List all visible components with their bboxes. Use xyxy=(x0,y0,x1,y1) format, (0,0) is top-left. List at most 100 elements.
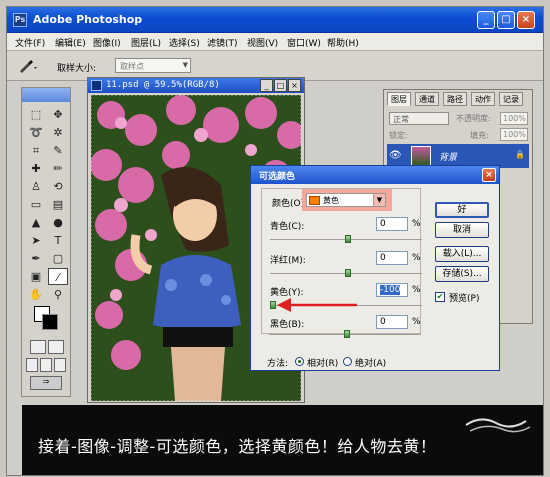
magic-wand-tool-icon[interactable]: ✲ xyxy=(48,124,68,141)
black-field[interactable]: 0 xyxy=(376,315,408,329)
jump-to-imageready-button[interactable]: ⇒ xyxy=(30,376,62,390)
colors-select[interactable]: 黄色 ▼ xyxy=(306,193,386,207)
type-tool-icon[interactable]: T xyxy=(48,232,68,249)
hand-tool-icon[interactable]: ✋ xyxy=(26,286,46,303)
gradient-tool-icon[interactable]: ▤ xyxy=(48,196,68,213)
healing-brush-tool-icon[interactable]: ✚ xyxy=(26,160,46,177)
menu-layer[interactable]: 图层(L) xyxy=(131,36,161,49)
brush-tool-icon[interactable]: ✏ xyxy=(48,160,68,177)
load-button[interactable]: 载入(L)... xyxy=(435,246,489,262)
caption-bar: 接着-图像-调整-可选颜色，选择黄颜色！给人物去黄！ xyxy=(22,405,543,475)
dodge-tool-icon[interactable]: ● xyxy=(48,214,68,231)
save-button[interactable]: 存储(S)... xyxy=(435,266,489,282)
doc-close-button[interactable]: × xyxy=(288,79,301,92)
eyedropper-icon[interactable] xyxy=(17,58,39,74)
cyan-slider-thumb[interactable] xyxy=(345,235,351,243)
close-button[interactable]: × xyxy=(517,11,535,29)
lock-label: 锁定: xyxy=(389,131,408,140)
absolute-radio[interactable] xyxy=(343,357,352,366)
magenta-slider-thumb[interactable] xyxy=(345,269,351,277)
eyedropper-tool-icon[interactable]: ⁄ xyxy=(48,268,68,285)
stamp-tool-icon[interactable]: ♙ xyxy=(26,178,46,195)
menu-edit[interactable]: 编辑(E) xyxy=(55,36,86,49)
black-slider-thumb[interactable] xyxy=(344,330,350,338)
maximize-button[interactable]: □ xyxy=(497,11,515,29)
tab-paths[interactable]: 路径 xyxy=(443,92,467,106)
relative-radio[interactable] xyxy=(295,357,304,366)
method-label: 方法: xyxy=(267,359,289,369)
selective-color-dialog: 可选颜色 × 颜色(O): 黄色 ▼ 青色(C): 0 % 洋红(M): 0 % xyxy=(250,165,500,371)
caption-text: 接着-图像-调整-可选颜色，选择黄颜色！给人物去黄！ xyxy=(38,437,437,456)
menu-image[interactable]: 图像(I) xyxy=(93,36,121,49)
cyan-field[interactable]: 0 xyxy=(376,217,408,231)
menu-select[interactable]: 选择(S) xyxy=(169,36,200,49)
ok-button[interactable]: 好 xyxy=(435,202,489,218)
eraser-tool-icon[interactable]: ▭ xyxy=(26,196,46,213)
cyan-unit: % xyxy=(412,219,421,229)
doc-minimize-button[interactable]: _ xyxy=(260,79,273,92)
menu-window[interactable]: 窗口(W) xyxy=(287,36,321,49)
dialog-title-bar: 可选颜色 × xyxy=(251,166,499,184)
lock-icon: 🔒 xyxy=(515,150,525,159)
menu-filter[interactable]: 滤镜(T) xyxy=(207,36,238,49)
document-title-bar: 11.psd @ 59.5%(RGB/8) _ □ × xyxy=(88,78,304,93)
path-select-tool-icon[interactable]: ➤ xyxy=(26,232,46,249)
tab-layers[interactable]: 图层 xyxy=(387,92,411,106)
quick-mask-mode-button[interactable] xyxy=(48,340,64,354)
marquee-tool-icon[interactable]: ⬚ xyxy=(26,106,46,123)
tab-channels[interactable]: 通道 xyxy=(415,92,439,106)
pen-tool-icon[interactable]: ✒ xyxy=(26,250,46,267)
colors-select-highlight: 黄色 ▼ xyxy=(302,189,392,211)
magenta-field[interactable]: 0 xyxy=(376,251,408,265)
screen-mode-full-button[interactable] xyxy=(54,358,66,372)
sample-size-select[interactable]: 取样点 ▼ xyxy=(115,58,191,73)
zoom-tool-icon[interactable]: ⚲ xyxy=(48,286,68,303)
opacity-label: 不透明度: xyxy=(456,114,491,123)
red-arrow-annotation xyxy=(277,298,357,312)
shape-tool-icon[interactable]: ▢ xyxy=(48,250,68,267)
relative-label: 相对(R) xyxy=(307,359,339,369)
yellow-swatch xyxy=(309,196,320,205)
app-title: Adobe Photoshop xyxy=(33,13,143,26)
absolute-label: 绝对(A) xyxy=(355,359,387,369)
toolbox: ⬚ ✥ ➰ ✲ ⌗ ✎ ✚ ✏ ♙ ⟲ ▭ ▤ ▲ ● ➤ T ✒ ▢ ▣ ⁄ … xyxy=(21,87,71,397)
slice-tool-icon[interactable]: ✎ xyxy=(48,142,68,159)
photoshop-window: Ps Adobe Photoshop _ □ × 文件(F) 编辑(E) 图像(… xyxy=(6,6,544,476)
dialog-close-button[interactable]: × xyxy=(482,168,496,182)
eye-icon[interactable]: 👁 xyxy=(389,150,402,161)
screen-mode-full-menu-button[interactable] xyxy=(40,358,52,372)
blend-mode-select[interactable]: 正常 xyxy=(389,112,449,125)
menu-view[interactable]: 视图(V) xyxy=(247,36,278,49)
background-color-swatch[interactable] xyxy=(42,314,58,330)
crop-tool-icon[interactable]: ⌗ xyxy=(26,142,46,159)
minimize-button[interactable]: _ xyxy=(477,11,495,29)
menu-help[interactable]: 帮助(H) xyxy=(327,36,359,49)
yellow-field-value: -100 xyxy=(380,285,401,295)
opacity-field[interactable]: 100% xyxy=(500,112,528,125)
blur-tool-icon[interactable]: ▲ xyxy=(26,214,46,231)
standard-mode-button[interactable] xyxy=(30,340,46,354)
tab-actions[interactable]: 动作 xyxy=(471,92,495,106)
lasso-tool-icon[interactable]: ➰ xyxy=(26,124,46,141)
preview-label: 预览(P) xyxy=(449,294,480,304)
yellow-slider-thumb[interactable] xyxy=(270,301,276,309)
cancel-button[interactable]: 取消 xyxy=(435,222,489,238)
tab-history[interactable]: 记录 xyxy=(499,92,523,106)
preview-checkbox[interactable]: ✔ xyxy=(435,292,445,302)
menu-file[interactable]: 文件(F) xyxy=(15,36,45,49)
yellow-field[interactable]: -100 xyxy=(376,283,408,297)
fill-field[interactable]: 100% xyxy=(500,128,528,141)
history-brush-tool-icon[interactable]: ⟲ xyxy=(48,178,68,195)
layer-thumbnail xyxy=(411,146,431,166)
screen-mode-standard-button[interactable] xyxy=(26,358,38,372)
yellow-unit: % xyxy=(412,285,421,295)
sample-size-label: 取样大小: xyxy=(57,64,97,74)
move-tool-icon[interactable]: ✥ xyxy=(48,106,68,123)
watermark-logo xyxy=(465,418,531,433)
magenta-label: 洋红(M): xyxy=(270,256,306,266)
notes-tool-icon[interactable]: ▣ xyxy=(26,268,46,285)
menu-bar: 文件(F) 编辑(E) 图像(I) 图层(L) 选择(S) 滤镜(T) 视图(V… xyxy=(7,33,543,51)
document-title: 11.psd @ 59.5%(RGB/8) xyxy=(106,80,220,90)
black-label: 黑色(B): xyxy=(270,320,305,330)
doc-maximize-button[interactable]: □ xyxy=(274,79,287,92)
